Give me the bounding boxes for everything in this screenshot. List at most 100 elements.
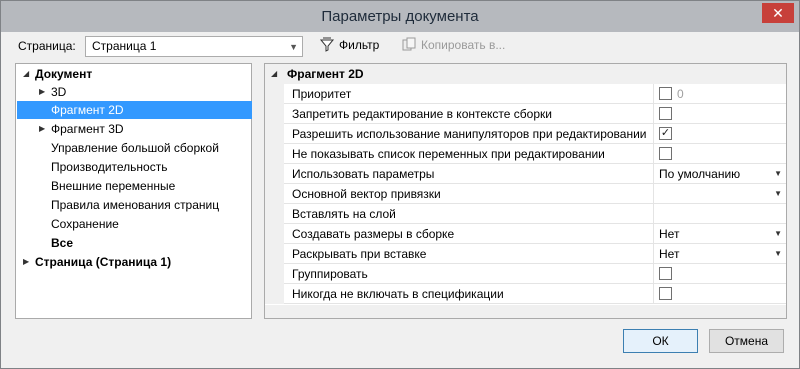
column-divider bbox=[653, 264, 654, 284]
chevron-down-icon: ▼ bbox=[289, 42, 298, 52]
prop-row-group: Группировать bbox=[265, 264, 786, 284]
snap-vector-dropdown[interactable]: ▼ bbox=[659, 184, 786, 204]
tree-item-label: Фрагмент 3D bbox=[51, 122, 124, 136]
prop-name: Разрешить использование манипуляторов пр… bbox=[292, 127, 647, 141]
prop-name: Создавать размеры в сборке bbox=[292, 227, 455, 241]
property-grid: ◢ Фрагмент 2D Приоритет 0 Запретить реда… bbox=[264, 63, 787, 319]
tree-item-label: Страница (Страница 1) bbox=[35, 255, 172, 269]
row-gutter bbox=[265, 84, 284, 104]
column-divider bbox=[653, 164, 654, 184]
prop-row-forbid-edit: Запретить редактирование в контексте сбо… bbox=[265, 104, 786, 124]
copy-icon bbox=[401, 37, 417, 53]
dropdown-value: По умолчанию bbox=[659, 167, 741, 181]
section-header[interactable]: ◢ Фрагмент 2D bbox=[265, 64, 786, 84]
window-title: Параметры документа bbox=[321, 8, 479, 25]
prop-value bbox=[659, 284, 786, 304]
row-gutter bbox=[265, 184, 284, 204]
expand-icon[interactable]: ▶ bbox=[39, 120, 45, 138]
tree-item-page-naming[interactable]: Правила именования страниц bbox=[51, 196, 219, 214]
prop-name: Не показывать список переменных при реда… bbox=[292, 147, 605, 161]
filter-button[interactable]: Фильтр bbox=[319, 37, 379, 53]
column-divider bbox=[653, 224, 654, 244]
column-divider bbox=[653, 84, 654, 104]
column-divider bbox=[653, 244, 654, 264]
expand-icon[interactable]: ▶ bbox=[23, 253, 29, 271]
prop-row-expand-insert: Раскрывать при вставке Нет ▼ bbox=[265, 244, 786, 264]
insert-layer-field[interactable] bbox=[659, 204, 786, 224]
prop-name: Вставлять на слой bbox=[292, 207, 396, 221]
description-strip bbox=[265, 305, 786, 318]
collapse-icon[interactable]: ◢ bbox=[23, 65, 29, 83]
chevron-down-icon: ▼ bbox=[774, 189, 782, 198]
no-spec-checkbox[interactable] bbox=[659, 287, 672, 300]
filter-icon bbox=[319, 37, 335, 53]
row-gutter bbox=[265, 164, 284, 184]
chevron-down-icon: ▼ bbox=[774, 169, 782, 178]
dropdown-value: Нет bbox=[659, 247, 680, 261]
row-gutter bbox=[265, 264, 284, 284]
tree-item-performance[interactable]: Производительность bbox=[51, 158, 167, 176]
prop-name: Группировать bbox=[292, 267, 368, 281]
prop-value bbox=[659, 264, 786, 284]
prop-row-manipulators: Разрешить использование манипуляторов пр… bbox=[265, 124, 786, 144]
prop-row-no-spec: Никогда не включать в спецификации bbox=[265, 284, 786, 304]
row-gutter bbox=[265, 144, 284, 164]
title-bar: Параметры документа ✕ bbox=[1, 1, 799, 32]
settings-tree[interactable]: ◢ Документ ▶ 3D Фрагмент 2D ▶ Фрагмент 3… bbox=[15, 63, 252, 319]
tree-item-saving[interactable]: Сохранение bbox=[51, 215, 119, 233]
expand-icon[interactable]: ▶ bbox=[39, 83, 45, 101]
document-settings-dialog: Параметры документа ✕ Страница: Страница… bbox=[0, 0, 800, 369]
ok-button[interactable]: ОК bbox=[623, 329, 698, 353]
close-button[interactable]: ✕ bbox=[762, 3, 794, 23]
prop-value bbox=[659, 144, 786, 164]
tree-item-page[interactable]: ▶ Страница (Страница 1) bbox=[20, 253, 248, 271]
tree-item-label: Документ bbox=[35, 67, 93, 81]
tree-item-fragment-3d[interactable]: ▶ Фрагмент 3D bbox=[36, 120, 248, 138]
copy-to-button[interactable]: Копировать в... bbox=[401, 37, 505, 53]
hide-variables-checkbox[interactable] bbox=[659, 147, 672, 160]
group-checkbox[interactable] bbox=[659, 267, 672, 280]
prop-name: Использовать параметры bbox=[292, 167, 435, 181]
prop-row-snap-vector: Основной вектор привязки ▼ bbox=[265, 184, 786, 204]
column-divider bbox=[653, 284, 654, 304]
tree-item-3d[interactable]: ▶ 3D bbox=[36, 83, 248, 101]
forbid-edit-checkbox[interactable] bbox=[659, 107, 672, 120]
page-select[interactable]: Страница 1 ▼ bbox=[85, 36, 303, 57]
tree-item-external-variables[interactable]: Внешние переменные bbox=[51, 177, 175, 195]
row-gutter bbox=[265, 204, 284, 224]
prop-value: ✓ bbox=[659, 124, 786, 144]
prop-name: Раскрывать при вставке bbox=[292, 247, 427, 261]
filter-label: Фильтр bbox=[339, 38, 380, 52]
cancel-button[interactable]: Отмена bbox=[709, 329, 784, 353]
chevron-down-icon: ▼ bbox=[774, 229, 782, 238]
column-divider bbox=[653, 124, 654, 144]
tree-item-fragment-2d[interactable]: Фрагмент 2D bbox=[17, 101, 252, 119]
row-gutter bbox=[265, 244, 284, 264]
create-dims-dropdown[interactable]: Нет ▼ bbox=[659, 224, 786, 244]
row-gutter bbox=[265, 224, 284, 244]
prop-row-hide-variables: Не показывать список переменных при реда… bbox=[265, 144, 786, 164]
priority-checkbox[interactable] bbox=[659, 87, 672, 100]
manipulators-checkbox[interactable]: ✓ bbox=[659, 127, 672, 140]
tree-item-document[interactable]: ◢ Документ bbox=[20, 65, 248, 83]
use-params-dropdown[interactable]: По умолчанию ▼ bbox=[659, 164, 786, 184]
tree-item-all[interactable]: Все bbox=[51, 234, 73, 252]
tree-item-large-assembly[interactable]: Управление большой сборкой bbox=[51, 139, 219, 157]
section-title: Фрагмент 2D bbox=[287, 67, 364, 81]
prop-row-insert-layer: Вставлять на слой bbox=[265, 204, 786, 224]
expand-insert-dropdown[interactable]: Нет ▼ bbox=[659, 244, 786, 264]
column-divider bbox=[653, 204, 654, 224]
collapse-icon[interactable]: ◢ bbox=[271, 64, 277, 84]
page-select-value: Страница 1 bbox=[92, 39, 157, 53]
prop-value: 0 bbox=[659, 84, 786, 104]
dropdown-value: Нет bbox=[659, 227, 680, 241]
prop-row-use-params: Использовать параметры По умолчанию ▼ bbox=[265, 164, 786, 184]
prop-row-priority: Приоритет 0 bbox=[265, 84, 786, 104]
row-gutter bbox=[265, 284, 284, 304]
prop-name: Основной вектор привязки bbox=[292, 187, 441, 201]
priority-value: 0 bbox=[677, 87, 684, 101]
column-divider bbox=[653, 104, 654, 124]
tree-item-label: 3D bbox=[51, 85, 67, 99]
prop-value bbox=[659, 104, 786, 124]
toolbar: Страница: Страница 1 ▼ Фильтр Копировать… bbox=[1, 32, 799, 60]
